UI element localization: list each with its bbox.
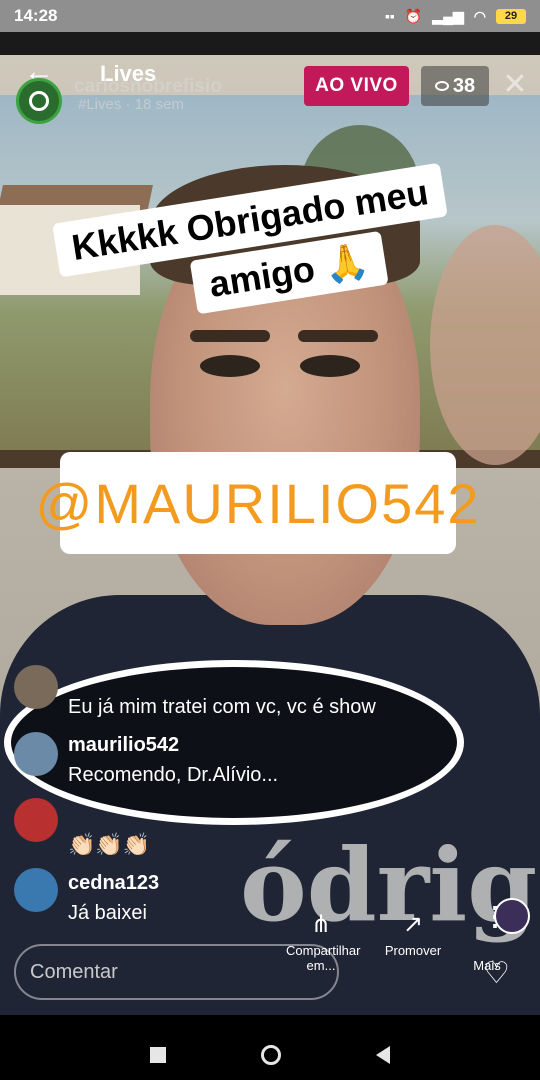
promote-button[interactable]: ↗ Promover [378,910,448,958]
status-time: 14:28 [14,6,58,25]
back-icon[interactable] [376,1046,390,1064]
comment-username[interactable]: cedna123 [68,872,159,895]
host-username[interactable]: carlosnobrefisio [74,76,222,98]
recents-icon[interactable] [150,1047,166,1063]
wifi-icon: ◠ [473,7,486,24]
signal-icon: ▂▄▆ [432,7,464,24]
comment-text: 👏🏻👏🏻👏🏻 [68,832,151,857]
share-button[interactable]: ⋔ Compartilhar em... [276,910,366,973]
eye-icon [434,81,449,91]
comment-text: Eu já mim tratei com vc, vc é show [68,696,376,718]
heart-icon[interactable]: ♡ [483,956,510,991]
notification-icon: ▪▪ [384,8,395,24]
commenter-avatar[interactable] [14,732,58,776]
host-subtitle: #Lives · 18 sem [78,96,184,113]
comment-text: Recomendo, Dr.Alívio... [68,764,279,786]
mention-sticker[interactable]: @MAURILIO542 [36,452,479,554]
host-avatar[interactable] [16,78,62,124]
viewer-avatar[interactable] [494,898,530,934]
comment-placeholder: Comentar [30,960,118,983]
eye-right [300,355,360,377]
commenter-avatar[interactable] [14,798,58,842]
status-icons: ▪▪ ⏰ ▂▄▆ ◠ 29 [385,8,526,25]
live-badge: AO VIVO [304,66,409,106]
live-ring-icon [29,91,49,111]
close-icon[interactable]: ✕ [500,68,530,102]
viewer-count[interactable]: 38 [421,66,489,106]
share-label: Compartilhar em... [286,943,361,973]
commenter-avatar[interactable] [14,868,58,912]
eyebrow-right [298,330,378,342]
share-icon: ⋔ [310,911,332,938]
eyebrow-left [190,330,270,342]
commenter-avatar[interactable] [14,665,58,709]
system-nav-bar [0,1030,540,1080]
status-bar: 14:28 ▪▪ ⏰ ▂▄▆ ◠ 29 [0,0,540,32]
viewer-count-value: 38 [452,74,476,97]
comment-username[interactable]: maurilio542 [68,734,179,757]
battery-icon: 29 [496,8,526,24]
comment-text: Já baixei [68,902,147,924]
screen: 14:28 ▪▪ ⏰ ▂▄▆ ◠ 29 ódrig ← Lives carlos… [0,0,540,1080]
alarm-icon: ⏰ [404,7,423,24]
trend-up-icon: ↗ [402,911,424,938]
promote-label: Promover [384,943,442,958]
eye-left [200,355,260,377]
home-icon[interactable] [261,1045,281,1065]
